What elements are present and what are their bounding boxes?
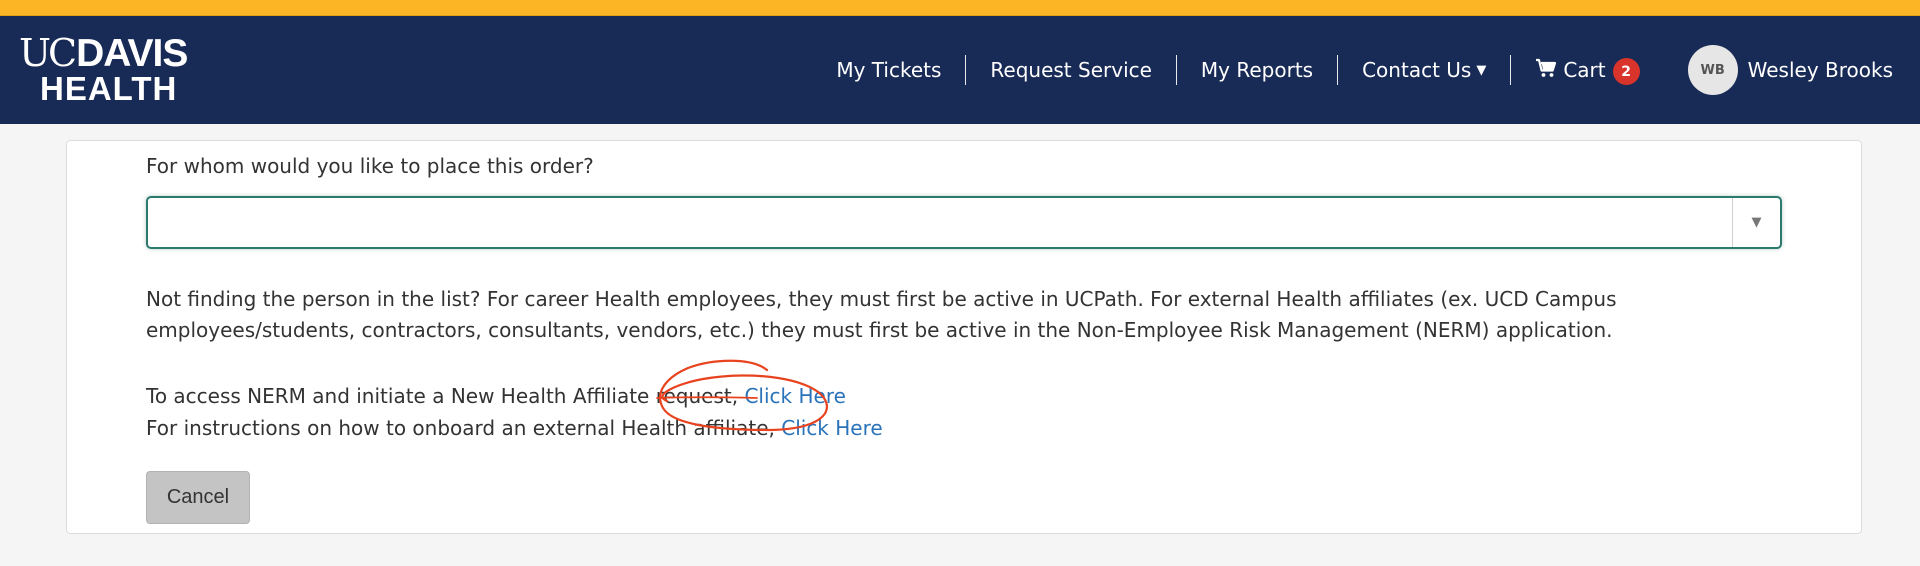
info-text: Not finding the person in the list? For … (146, 287, 1617, 342)
caret-down-icon: ▼ (1476, 62, 1487, 78)
nerm-text: To access NERM and initiate a New Health… (146, 384, 745, 408)
logo-davis: DAVIS (76, 32, 188, 75)
nav-divider (965, 55, 967, 85)
nav-request-service[interactable]: Request Service (966, 58, 1176, 82)
order-for-card: For whom would you like to place this or… (66, 140, 1862, 534)
navbar: UC DAVIS HEALTH My Tickets Request Servi… (0, 16, 1920, 124)
nav-my-tickets[interactable]: My Tickets (812, 58, 965, 82)
nav-divider (1337, 55, 1339, 85)
nav-divider (1510, 55, 1512, 85)
person-select[interactable]: ▼ (146, 196, 1782, 249)
cart-icon (1535, 58, 1557, 83)
nerm-line: To access NERM and initiate a New Health… (146, 384, 846, 408)
ucdavis-health-logo[interactable]: UC DAVIS HEALTH (19, 31, 188, 107)
nerm-click-here-link[interactable]: Click Here (744, 384, 845, 408)
nav-divider (1175, 55, 1177, 85)
nav-cart-label: Cart (1563, 58, 1606, 82)
user-name: Wesley Brooks (1747, 58, 1893, 82)
cancel-button[interactable]: Cancel (146, 471, 250, 524)
cart-count-badge: 2 (1612, 58, 1640, 85)
top-accent-bar (0, 0, 1920, 16)
onboard-text: For instructions on how to onboard an ex… (146, 416, 782, 440)
nav-my-reports-label: My Reports (1200, 58, 1314, 82)
order-for-label: For whom would you like to place this or… (146, 154, 594, 178)
onboard-line: For instructions on how to onboard an ex… (146, 416, 883, 440)
main-nav: My Tickets Request Service My Reports Co… (812, 16, 1920, 124)
onboard-click-here-link[interactable]: Click Here (781, 416, 882, 440)
avatar: WB (1687, 45, 1738, 95)
nav-my-reports[interactable]: My Reports (1177, 58, 1337, 82)
nav-contact-us-dropdown[interactable]: Contact Us ▼ (1338, 58, 1510, 82)
user-menu[interactable]: WB Wesley Brooks (1664, 45, 1920, 95)
nav-request-service-label: Request Service (990, 58, 1152, 82)
nav-my-tickets-label: My Tickets (836, 58, 942, 82)
logo-health: HEALTH (40, 70, 178, 107)
dropdown-arrow-icon[interactable]: ▼ (1732, 198, 1780, 247)
nav-cart[interactable]: Cart 2 (1511, 55, 1663, 85)
logo-uc: UC (19, 31, 77, 75)
nav-contact-us-label: Contact Us (1362, 58, 1472, 82)
